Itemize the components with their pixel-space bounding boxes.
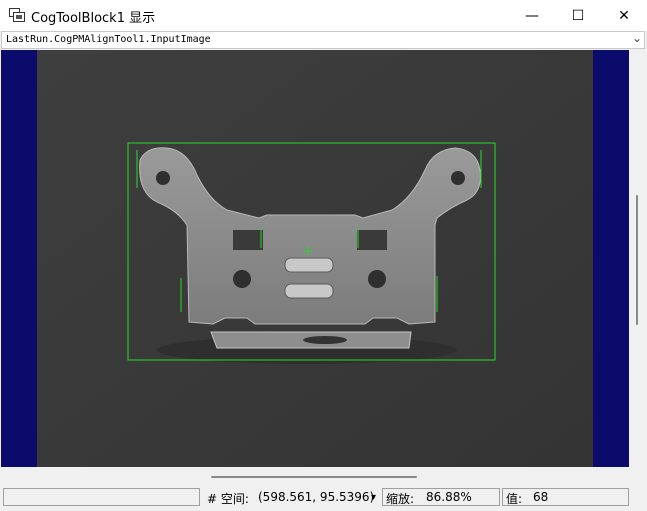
zoom-label: 缩放: xyxy=(386,492,415,506)
vertical-scrollbar-thumb[interactable] xyxy=(636,195,638,325)
minimize-button[interactable]: — xyxy=(509,0,555,31)
horizontal-scrollbar-thumb[interactable] xyxy=(211,476,417,478)
pixel-value-pane: 值: 68 xyxy=(502,488,629,506)
title-bar: CogToolBlock1 显示 — ☐ ✕ xyxy=(0,0,647,31)
space-label: # 空间: xyxy=(207,492,249,506)
image-display[interactable] xyxy=(1,50,629,467)
close-button[interactable]: ✕ xyxy=(601,0,647,31)
space-coordinates: (598.561, 95.5396) xyxy=(258,490,375,504)
horizontal-scrollbar[interactable] xyxy=(1,467,629,485)
camera-image-content xyxy=(37,50,593,467)
maximize-button[interactable]: ☐ xyxy=(555,0,601,31)
image-selector-dropdown[interactable]: LastRun.CogPMAlignTool1.InputImage ⌄ xyxy=(1,31,645,49)
vertical-scrollbar[interactable] xyxy=(629,50,645,467)
camera-image xyxy=(37,50,593,467)
status-bar: # 空间: (598.561, 95.5396) ▾ 缩放: 86.88% 值:… xyxy=(0,486,647,511)
pixel-value: 68 xyxy=(533,490,549,504)
maximize-icon: ☐ xyxy=(571,7,585,24)
app-window-icon xyxy=(9,8,25,22)
status-pane-empty xyxy=(3,488,200,506)
image-selector-value: LastRun.CogPMAlignTool1.InputImage xyxy=(6,34,211,45)
space-dropdown-arrow[interactable]: ▾ xyxy=(371,492,376,503)
pixel-value-label: 值: xyxy=(506,492,523,506)
chevron-down-icon[interactable]: ⌄ xyxy=(632,31,642,45)
window-title: CogToolBlock1 显示 xyxy=(31,11,156,26)
zoom-value: 86.88% xyxy=(426,490,472,504)
minimize-icon: — xyxy=(525,7,539,24)
close-icon: ✕ xyxy=(618,7,630,24)
zoom-pane: 缩放: 86.88% xyxy=(382,488,500,506)
